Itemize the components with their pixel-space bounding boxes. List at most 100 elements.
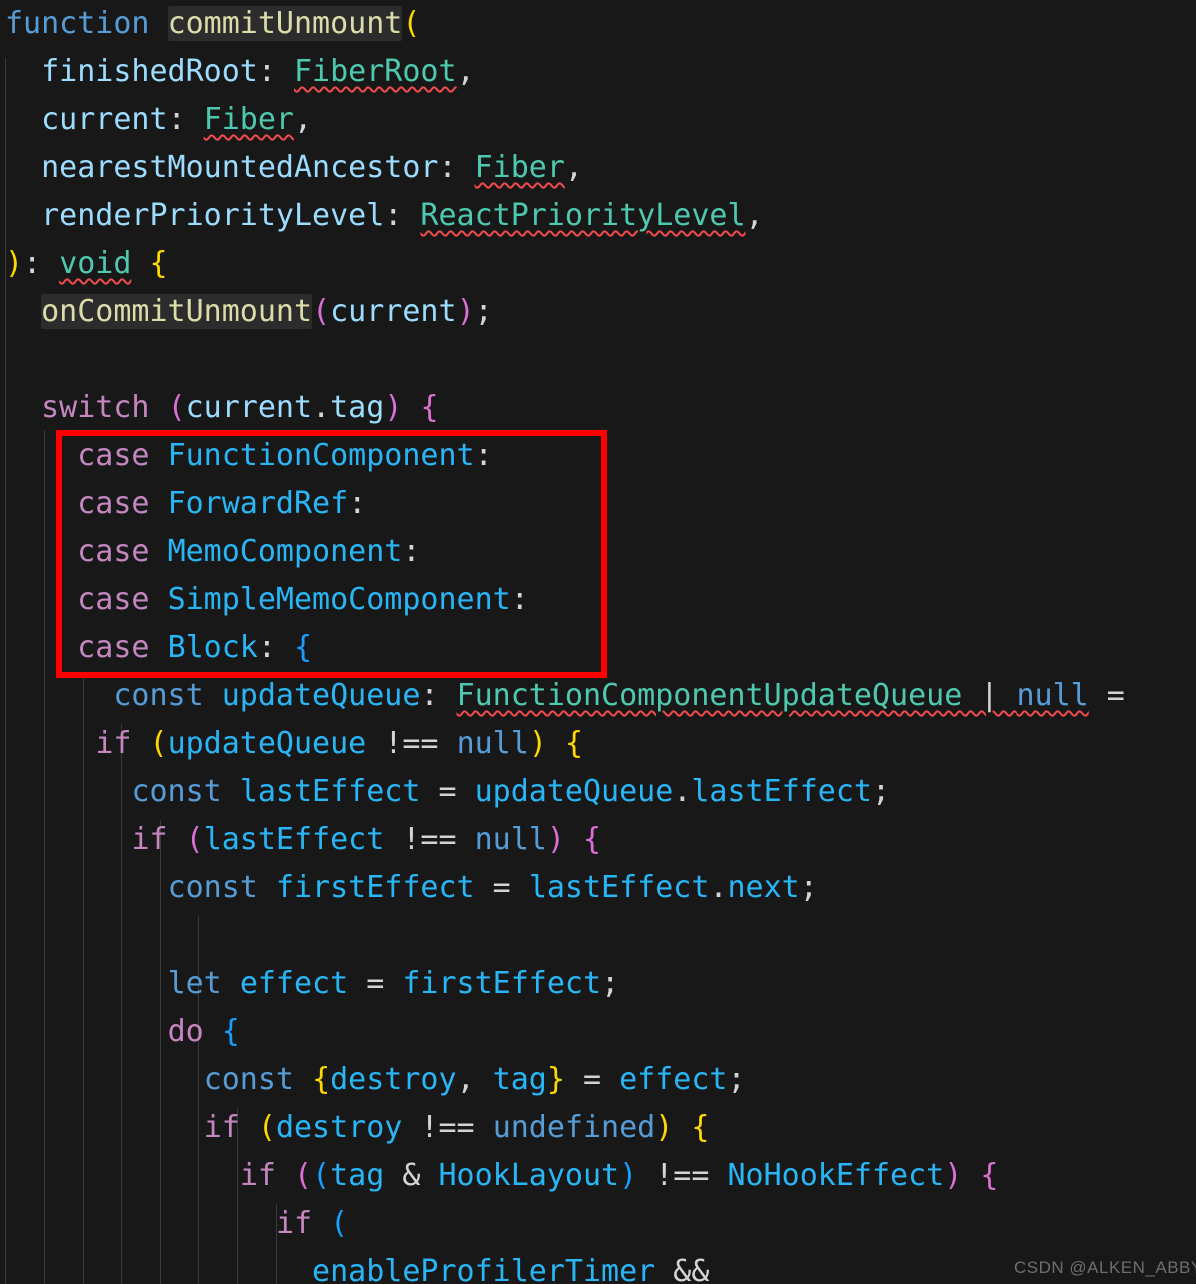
- code-line[interactable]: [0, 336, 1196, 384]
- code-line[interactable]: finishedRoot: FiberRoot,: [0, 48, 1196, 96]
- code-token: ;: [474, 294, 493, 329]
- code-token: Fiber: [474, 150, 565, 185]
- code-editor[interactable]: function commitUnmount( finishedRoot: Fi…: [0, 0, 1196, 1284]
- code-token: effect: [619, 1062, 728, 1097]
- code-token: lastEffect: [528, 870, 710, 905]
- code-token: {: [420, 390, 439, 425]
- code-token: updateQueue: [474, 774, 674, 809]
- code-line[interactable]: case FunctionComponent:: [0, 432, 1196, 480]
- code-token: ,: [456, 1062, 493, 1097]
- code-token: =: [474, 870, 529, 905]
- code-token: tag: [330, 390, 385, 425]
- code-line[interactable]: const firstEffect = lastEffect.next;: [0, 864, 1196, 912]
- code-token: current: [41, 102, 168, 137]
- code-line[interactable]: nearestMountedAncestor: Fiber,: [0, 144, 1196, 192]
- code-line[interactable]: const lastEffect = updateQueue.lastEffec…: [0, 768, 1196, 816]
- code-line[interactable]: if (lastEffect !== null) {: [0, 816, 1196, 864]
- code-line[interactable]: if ((tag & HookLayout) !== NoHookEffect)…: [0, 1152, 1196, 1200]
- code-token: .: [673, 774, 692, 809]
- code-token: {: [312, 1062, 331, 1097]
- code-token: (: [185, 822, 204, 857]
- code-token: lastEffect: [239, 774, 421, 809]
- code-token: .: [312, 390, 331, 425]
- code-token: FiberRoot: [294, 54, 457, 89]
- code-token: !==: [384, 726, 439, 761]
- code-line[interactable]: current: Fiber,: [0, 96, 1196, 144]
- csdn-watermark: CSDN @ALKEN_ABBY: [1014, 1258, 1196, 1277]
- code-token: lastEffect: [203, 822, 385, 857]
- code-line[interactable]: if (updateQueue !== null) {: [0, 720, 1196, 768]
- code-token: {: [221, 1014, 240, 1049]
- code-token: :: [420, 678, 457, 713]
- code-token: ): [546, 822, 565, 857]
- code-token: .: [709, 870, 728, 905]
- code-surface[interactable]: function commitUnmount( finishedRoot: Fi…: [0, 0, 1196, 1284]
- code-token: ReactPriorityLevel: [420, 198, 746, 233]
- code-token: ForwardRef: [167, 486, 349, 521]
- code-token: !==: [402, 822, 457, 857]
- code-token: updateQueue: [167, 726, 367, 761]
- code-line[interactable]: switch (current.tag) {: [0, 384, 1196, 432]
- code-token: :: [167, 102, 204, 137]
- code-token: firstEffect: [402, 966, 602, 1001]
- code-token: ,: [456, 54, 475, 89]
- code-token: commitUnmount: [167, 6, 403, 41]
- code-token: if: [239, 1158, 276, 1193]
- code-token: (: [257, 1110, 276, 1145]
- code-line[interactable]: let effect = firstEffect;: [0, 960, 1196, 1008]
- code-line[interactable]: onCommitUnmount(current);: [0, 288, 1196, 336]
- code-line[interactable]: ): void {: [0, 240, 1196, 288]
- code-token: case: [77, 486, 150, 521]
- code-token: ): [528, 726, 547, 761]
- code-token: (: [312, 294, 331, 329]
- code-line[interactable]: case Block: {: [0, 624, 1196, 672]
- code-line[interactable]: renderPriorityLevel: ReactPriorityLevel,: [0, 192, 1196, 240]
- code-line[interactable]: [0, 912, 1196, 960]
- code-token: :: [257, 630, 294, 665]
- code-line[interactable]: function commitUnmount(: [0, 0, 1196, 48]
- code-line[interactable]: if (destroy !== undefined) {: [0, 1104, 1196, 1152]
- code-token: {: [564, 726, 583, 761]
- code-token: (: [402, 6, 421, 41]
- code-token: (: [330, 1206, 349, 1241]
- code-line[interactable]: do {: [0, 1008, 1196, 1056]
- code-line[interactable]: case SimpleMemoComponent:: [0, 576, 1196, 624]
- code-token: ,: [294, 102, 313, 137]
- code-line[interactable]: case ForwardRef:: [0, 480, 1196, 528]
- code-line[interactable]: case MemoComponent:: [0, 528, 1196, 576]
- code-line[interactable]: const {destroy, tag} = effect;: [0, 1056, 1196, 1104]
- code-token: SimpleMemoComponent: [167, 582, 511, 617]
- code-line[interactable]: if (: [0, 1200, 1196, 1248]
- code-token: ,: [564, 150, 583, 185]
- code-token: (: [149, 726, 168, 761]
- code-token: ,: [745, 198, 764, 233]
- code-token: HookLayout: [438, 1158, 620, 1193]
- code-line[interactable]: const updateQueue: FunctionComponentUpda…: [0, 672, 1196, 720]
- code-token: :: [510, 582, 529, 617]
- code-token: =: [564, 1062, 620, 1097]
